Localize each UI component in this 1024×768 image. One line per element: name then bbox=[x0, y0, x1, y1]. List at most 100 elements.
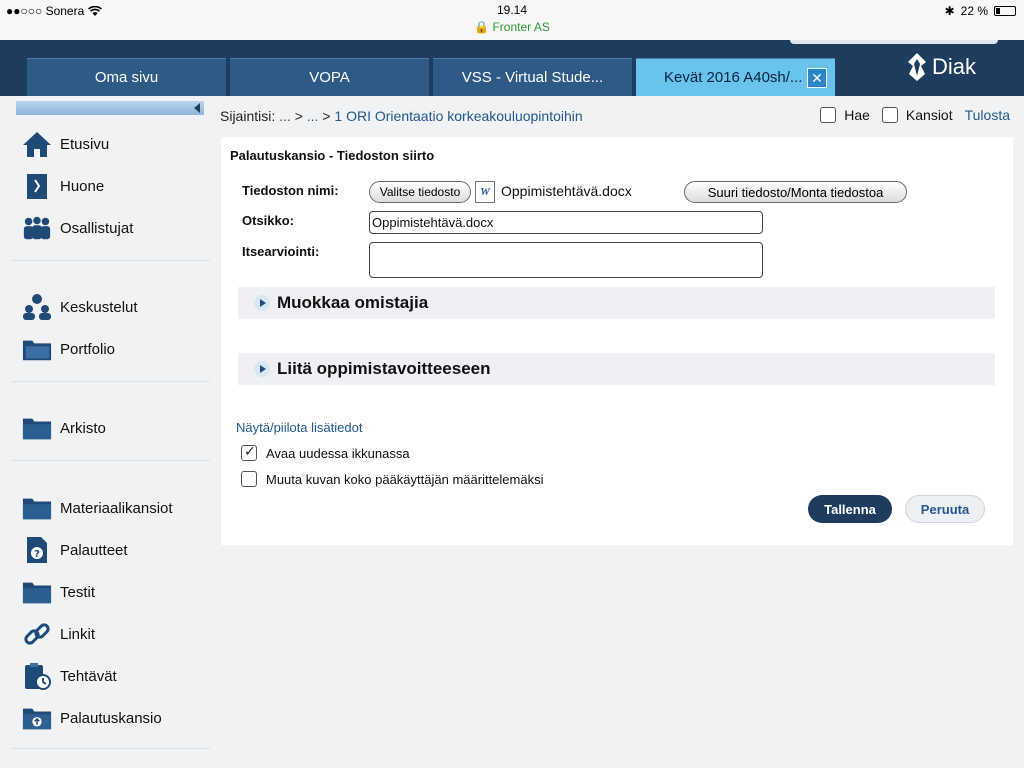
open-new-window-label: Avaa uudessa ikkunassa bbox=[266, 445, 410, 461]
filename-label: Tiedoston nimi: bbox=[242, 183, 339, 198]
upload-panel: Palautuskansio - Tiedoston siirto Tiedos… bbox=[221, 137, 1013, 545]
sidebar: Etusivu Huone Osallistujat Keskustelut P… bbox=[0, 96, 220, 768]
battery-icon bbox=[994, 6, 1016, 16]
breadcrumb-link[interactable]: ... bbox=[279, 108, 291, 124]
folders-label: Kansiot bbox=[905, 107, 953, 123]
expand-arrow-icon bbox=[254, 361, 270, 377]
sidebar-divider bbox=[12, 260, 210, 261]
discussion-icon bbox=[22, 292, 52, 322]
battery-area: ✱ 22 % bbox=[945, 4, 1016, 18]
breadcrumb-current[interactable]: 1 ORI Orientaatio korkeakouluopintoihin bbox=[334, 108, 582, 124]
sidebar-item-osallistujat[interactable]: Osallistujat bbox=[22, 212, 133, 244]
sidebar-item-label: Tehtävät bbox=[60, 667, 117, 685]
sidebar-item-label: Etusivu bbox=[60, 135, 110, 153]
sidebar-item-label: Testit bbox=[60, 583, 96, 601]
save-button[interactable]: Tallenna bbox=[808, 495, 892, 523]
room-door-icon bbox=[22, 171, 52, 201]
site-indicator: 🔒 Fronter AS bbox=[0, 20, 1024, 34]
battery-percent: 22 % bbox=[960, 4, 988, 18]
submission-folder-icon bbox=[22, 703, 52, 733]
self-eval-label: Itsearviointi: bbox=[242, 244, 320, 259]
archive-folder-icon bbox=[22, 413, 52, 443]
resize-image-checkbox[interactable] bbox=[241, 471, 257, 487]
sidebar-item-label: Linkit bbox=[60, 625, 96, 643]
page-title: Palautuskansio - Tiedoston siirto bbox=[230, 148, 435, 163]
resize-image-option[interactable]: Muuta kuvan koko pääkäyttäjän määrittele… bbox=[241, 471, 543, 487]
self-eval-textarea[interactable] bbox=[369, 242, 763, 278]
link-icon bbox=[22, 619, 52, 649]
sidebar-item-tehtavat[interactable]: Tehtävät bbox=[22, 660, 117, 692]
section-label: Liitä oppimistavoitteeseen bbox=[277, 359, 491, 378]
tab-vopa[interactable]: VOPA bbox=[230, 58, 429, 96]
sidebar-item-arkisto[interactable]: Arkisto bbox=[22, 412, 106, 444]
tasks-icon bbox=[22, 661, 52, 691]
diak-logo[interactable]: Diak bbox=[905, 52, 976, 82]
tab-kevat-2016[interactable]: Kevät 2016 A40sh/... ✕ bbox=[636, 58, 835, 96]
sidebar-item-label: Palautteet bbox=[60, 541, 128, 559]
section-label: Muokkaa omistajia bbox=[277, 293, 429, 312]
breadcrumb-link[interactable]: ... bbox=[307, 108, 319, 124]
sidebar-divider bbox=[12, 460, 210, 461]
diak-logo-text: Diak bbox=[932, 54, 977, 79]
sidebar-item-keskustelut[interactable]: Keskustelut bbox=[22, 291, 138, 323]
breadcrumb: Sijaintisi: ... > ... > 1 ORI Orientaati… bbox=[220, 108, 583, 124]
open-new-window-option[interactable]: Avaa uudessa ikkunassa bbox=[241, 443, 410, 461]
status-bar: ●●○○○ Sonera 19.14 🔒 Fronter AS ✱ 22 % bbox=[0, 0, 1024, 40]
home-icon bbox=[22, 129, 52, 159]
sidebar-item-palautuskansio[interactable]: Palautuskansio bbox=[22, 702, 162, 734]
diak-logo-mark-icon bbox=[908, 53, 926, 81]
close-tab-icon[interactable]: ✕ bbox=[807, 68, 827, 88]
tab-kevat-label: Kevät 2016 A40sh/... bbox=[664, 69, 803, 86]
sidebar-item-etusivu[interactable]: Etusivu bbox=[22, 128, 109, 160]
collapse-left-icon bbox=[194, 103, 200, 113]
tab-oma-sivu[interactable]: Oma sivu bbox=[27, 58, 226, 96]
large-file-button[interactable]: Suuri tiedosto/Monta tiedostoa bbox=[684, 181, 907, 203]
word-document-icon: W bbox=[475, 181, 495, 203]
sidebar-item-testit[interactable]: Testit bbox=[22, 576, 95, 608]
cancel-button[interactable]: Peruuta bbox=[905, 495, 985, 523]
expand-arrow-icon bbox=[254, 295, 270, 311]
test-folder-icon bbox=[22, 577, 52, 607]
sidebar-item-label: Palautuskansio bbox=[60, 709, 162, 727]
sidebar-item-portfolio[interactable]: Portfolio bbox=[22, 333, 115, 365]
folders-checkbox[interactable] bbox=[881, 107, 898, 123]
sidebar-item-label: Portfolio bbox=[60, 340, 116, 358]
sidebar-item-huone[interactable]: Huone bbox=[22, 170, 104, 202]
title-label: Otsikko: bbox=[242, 213, 295, 228]
sidebar-item-label: Arkisto bbox=[60, 419, 106, 437]
resize-image-label: Muuta kuvan koko pääkäyttäjän määrittele… bbox=[266, 471, 544, 487]
print-link[interactable]: Tulosta bbox=[965, 107, 1010, 123]
sidebar-divider bbox=[12, 381, 210, 382]
section-edit-owners[interactable]: Muokkaa omistajia bbox=[238, 287, 995, 319]
selected-file-name: Oppimistehtävä.docx bbox=[501, 183, 632, 199]
choose-file-button[interactable]: Valitse tiedosto bbox=[369, 181, 471, 203]
sidebar-item-palautteet[interactable]: ? Palautteet bbox=[22, 534, 128, 566]
sidebar-collapse-bar[interactable] bbox=[16, 101, 204, 115]
sidebar-item-label: Materiaalikansiot bbox=[60, 499, 173, 517]
sidebar-item-materiaalikansiot[interactable]: Materiaalikansiot bbox=[22, 492, 173, 524]
page-toolbar: Hae Kansiot Tulosta bbox=[820, 107, 1010, 123]
sidebar-item-label: Keskustelut bbox=[60, 298, 138, 316]
open-new-window-checkbox[interactable] bbox=[241, 443, 257, 461]
sidebar-item-label: Huone bbox=[60, 177, 105, 195]
lock-icon: 🔒 bbox=[474, 20, 490, 34]
participants-icon bbox=[22, 213, 52, 243]
search-label: Hae bbox=[844, 107, 870, 123]
toggle-details-link[interactable]: Näytä/piilota lisätiedot bbox=[236, 420, 362, 435]
sidebar-item-linkit[interactable]: Linkit bbox=[22, 618, 95, 650]
search-checkbox[interactable] bbox=[820, 107, 837, 123]
sidebar-divider bbox=[12, 748, 210, 749]
sidebar-item-label: Osallistujat bbox=[60, 219, 134, 237]
tab-vss[interactable]: VSS - Virtual Stude... bbox=[433, 58, 632, 96]
portfolio-folder-icon bbox=[22, 334, 52, 364]
breadcrumb-prefix: Sijaintisi: bbox=[220, 108, 276, 124]
feedback-icon: ? bbox=[22, 535, 52, 565]
section-link-goal[interactable]: Liitä oppimistavoitteeseen bbox=[238, 353, 995, 385]
material-folder-icon bbox=[22, 493, 52, 523]
top-navigation: Oma sivu VOPA VSS - Virtual Stude... Kev… bbox=[0, 40, 1024, 96]
site-name: Fronter AS bbox=[492, 20, 550, 34]
bluetooth-icon: ✱ bbox=[944, 4, 955, 18]
title-input[interactable]: Oppimistehtävä.docx bbox=[369, 211, 763, 234]
svg-text:?: ? bbox=[34, 549, 40, 560]
search-field-edge[interactable] bbox=[790, 40, 998, 44]
